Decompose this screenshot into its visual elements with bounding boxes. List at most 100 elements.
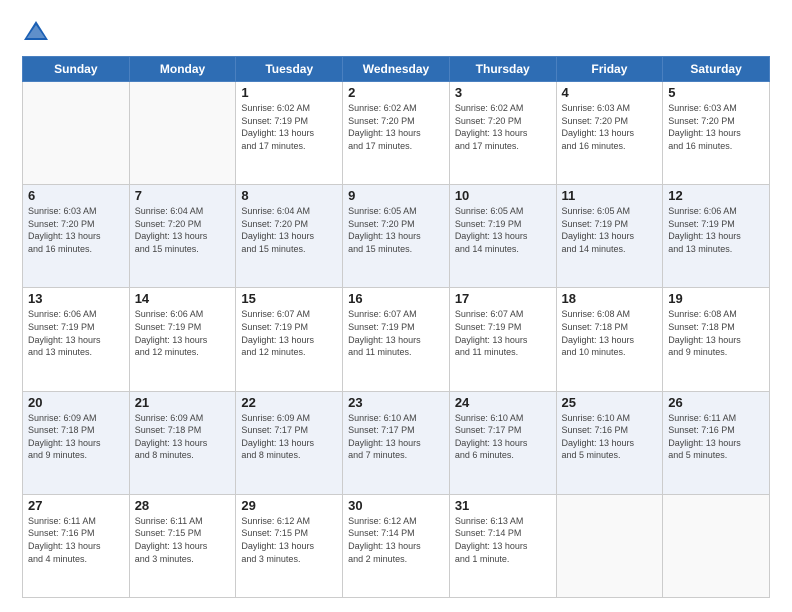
day-number: 13 bbox=[28, 291, 124, 306]
header bbox=[22, 18, 770, 46]
calendar-cell: 27 Sunrise: 6:11 AM Sunset: 7:16 PM Dayli… bbox=[23, 494, 130, 597]
calendar-cell: 9 Sunrise: 6:05 AM Sunset: 7:20 PM Daylig… bbox=[343, 185, 450, 288]
calendar-cell: 5 Sunrise: 6:03 AM Sunset: 7:20 PM Daylig… bbox=[663, 82, 770, 185]
day-info: Sunrise: 6:05 AM Sunset: 7:20 PM Dayligh… bbox=[348, 205, 444, 255]
calendar-cell: 28 Sunrise: 6:11 AM Sunset: 7:15 PM Dayli… bbox=[129, 494, 236, 597]
calendar-cell bbox=[129, 82, 236, 185]
calendar-cell: 13 Sunrise: 6:06 AM Sunset: 7:19 PM Dayli… bbox=[23, 288, 130, 391]
calendar-header-row: SundayMondayTuesdayWednesdayThursdayFrid… bbox=[23, 57, 770, 82]
day-number: 12 bbox=[668, 188, 764, 203]
day-info: Sunrise: 6:05 AM Sunset: 7:19 PM Dayligh… bbox=[562, 205, 658, 255]
day-info: Sunrise: 6:09 AM Sunset: 7:17 PM Dayligh… bbox=[241, 412, 337, 462]
calendar-cell: 24 Sunrise: 6:10 AM Sunset: 7:17 PM Dayli… bbox=[449, 391, 556, 494]
calendar-cell: 8Sunrise: 6:04 AM Sunset: 7:20 PM Daylig… bbox=[236, 185, 343, 288]
day-number: 6 bbox=[28, 188, 124, 203]
logo-icon bbox=[22, 18, 50, 46]
day-number: 29 bbox=[241, 498, 337, 513]
day-number: 31 bbox=[455, 498, 551, 513]
calendar-cell: 3 Sunrise: 6:02 AM Sunset: 7:20 PM Daylig… bbox=[449, 82, 556, 185]
calendar-cell: 18Sunrise: 6:08 AM Sunset: 7:18 PM Dayli… bbox=[556, 288, 663, 391]
calendar-cell: 2 Sunrise: 6:02 AM Sunset: 7:20 PM Daylig… bbox=[343, 82, 450, 185]
day-info: Sunrise: 6:05 AM Sunset: 7:19 PM Dayligh… bbox=[455, 205, 551, 255]
day-number: 15 bbox=[241, 291, 337, 306]
calendar-cell bbox=[23, 82, 130, 185]
day-number: 4 bbox=[562, 85, 658, 100]
day-info: Sunrise: 6:12 AM Sunset: 7:14 PM Dayligh… bbox=[348, 515, 444, 565]
day-header-monday: Monday bbox=[129, 57, 236, 82]
calendar-cell: 4Sunrise: 6:03 AM Sunset: 7:20 PM Daylig… bbox=[556, 82, 663, 185]
calendar-week-3: 13 Sunrise: 6:06 AM Sunset: 7:19 PM Dayli… bbox=[23, 288, 770, 391]
day-number: 17 bbox=[455, 291, 551, 306]
day-info: Sunrise: 6:02 AM Sunset: 7:20 PM Dayligh… bbox=[455, 102, 551, 152]
calendar-cell: 15 Sunrise: 6:07 AM Sunset: 7:19 PM Dayli… bbox=[236, 288, 343, 391]
day-number: 21 bbox=[135, 395, 231, 410]
day-info: Sunrise: 6:10 AM Sunset: 7:16 PM Dayligh… bbox=[562, 412, 658, 462]
day-number: 7 bbox=[135, 188, 231, 203]
day-info: Sunrise: 6:10 AM Sunset: 7:17 PM Dayligh… bbox=[348, 412, 444, 462]
calendar-cell: 7Sunrise: 6:04 AM Sunset: 7:20 PM Daylig… bbox=[129, 185, 236, 288]
calendar-week-1: 1Sunrise: 6:02 AM Sunset: 7:19 PM Daylig… bbox=[23, 82, 770, 185]
calendar-cell bbox=[556, 494, 663, 597]
calendar-cell: 20Sunrise: 6:09 AM Sunset: 7:18 PM Dayli… bbox=[23, 391, 130, 494]
calendar-cell: 29Sunrise: 6:12 AM Sunset: 7:15 PM Dayli… bbox=[236, 494, 343, 597]
day-number: 8 bbox=[241, 188, 337, 203]
day-header-sunday: Sunday bbox=[23, 57, 130, 82]
day-header-saturday: Saturday bbox=[663, 57, 770, 82]
calendar-cell: 11Sunrise: 6:05 AM Sunset: 7:19 PM Dayli… bbox=[556, 185, 663, 288]
day-number: 16 bbox=[348, 291, 444, 306]
calendar-week-5: 27 Sunrise: 6:11 AM Sunset: 7:16 PM Dayli… bbox=[23, 494, 770, 597]
day-header-tuesday: Tuesday bbox=[236, 57, 343, 82]
day-info: Sunrise: 6:03 AM Sunset: 7:20 PM Dayligh… bbox=[668, 102, 764, 152]
calendar-cell: 31 Sunrise: 6:13 AM Sunset: 7:14 PM Dayli… bbox=[449, 494, 556, 597]
day-info: Sunrise: 6:11 AM Sunset: 7:16 PM Dayligh… bbox=[28, 515, 124, 565]
day-number: 14 bbox=[135, 291, 231, 306]
day-info: Sunrise: 6:13 AM Sunset: 7:14 PM Dayligh… bbox=[455, 515, 551, 565]
day-info: Sunrise: 6:08 AM Sunset: 7:18 PM Dayligh… bbox=[668, 308, 764, 358]
calendar-cell: 17 Sunrise: 6:07 AM Sunset: 7:19 PM Dayli… bbox=[449, 288, 556, 391]
day-info: Sunrise: 6:07 AM Sunset: 7:19 PM Dayligh… bbox=[348, 308, 444, 358]
day-info: Sunrise: 6:08 AM Sunset: 7:18 PM Dayligh… bbox=[562, 308, 658, 358]
day-info: Sunrise: 6:06 AM Sunset: 7:19 PM Dayligh… bbox=[28, 308, 124, 358]
day-info: Sunrise: 6:03 AM Sunset: 7:20 PM Dayligh… bbox=[28, 205, 124, 255]
calendar-cell bbox=[663, 494, 770, 597]
calendar-week-4: 20 Sunrise: 6:09 AM Sunset: 7:18 PM Dayli… bbox=[23, 391, 770, 494]
day-number: 1 bbox=[241, 85, 337, 100]
calendar-cell: 21 Sunrise: 6:09 AM Sunset: 7:18 PM Dayli… bbox=[129, 391, 236, 494]
day-number: 27 bbox=[28, 498, 124, 513]
calendar-cell: 25Sunrise: 6:10 AM Sunset: 7:16 PM Dayli… bbox=[556, 391, 663, 494]
calendar-cell: 14 Sunrise: 6:06 AM Sunset: 7:19 PM Dayli… bbox=[129, 288, 236, 391]
logo bbox=[22, 18, 54, 46]
day-number: 5 bbox=[668, 85, 764, 100]
day-header-thursday: Thursday bbox=[449, 57, 556, 82]
day-number: 2 bbox=[348, 85, 444, 100]
day-info: Sunrise: 6:11 AM Sunset: 7:15 PM Dayligh… bbox=[135, 515, 231, 565]
day-info: Sunrise: 6:06 AM Sunset: 7:19 PM Dayligh… bbox=[135, 308, 231, 358]
day-number: 23 bbox=[348, 395, 444, 410]
day-number: 26 bbox=[668, 395, 764, 410]
calendar-cell: 6 Sunrise: 6:03 AM Sunset: 7:20 PM Daylig… bbox=[23, 185, 130, 288]
day-number: 19 bbox=[668, 291, 764, 306]
day-number: 20 bbox=[28, 395, 124, 410]
day-header-wednesday: Wednesday bbox=[343, 57, 450, 82]
day-info: Sunrise: 6:09 AM Sunset: 7:18 PM Dayligh… bbox=[135, 412, 231, 462]
calendar-cell: 23 Sunrise: 6:10 AM Sunset: 7:17 PM Dayli… bbox=[343, 391, 450, 494]
calendar-cell: 10 Sunrise: 6:05 AM Sunset: 7:19 PM Dayli… bbox=[449, 185, 556, 288]
day-number: 28 bbox=[135, 498, 231, 513]
day-info: Sunrise: 6:07 AM Sunset: 7:19 PM Dayligh… bbox=[455, 308, 551, 358]
calendar-cell: 30 Sunrise: 6:12 AM Sunset: 7:14 PM Dayli… bbox=[343, 494, 450, 597]
day-info: Sunrise: 6:11 AM Sunset: 7:16 PM Dayligh… bbox=[668, 412, 764, 462]
day-number: 10 bbox=[455, 188, 551, 203]
calendar-cell: 16 Sunrise: 6:07 AM Sunset: 7:19 PM Dayli… bbox=[343, 288, 450, 391]
day-header-friday: Friday bbox=[556, 57, 663, 82]
day-number: 22 bbox=[241, 395, 337, 410]
day-info: Sunrise: 6:02 AM Sunset: 7:20 PM Dayligh… bbox=[348, 102, 444, 152]
calendar-cell: 26 Sunrise: 6:11 AM Sunset: 7:16 PM Dayli… bbox=[663, 391, 770, 494]
day-number: 9 bbox=[348, 188, 444, 203]
day-number: 30 bbox=[348, 498, 444, 513]
day-info: Sunrise: 6:07 AM Sunset: 7:19 PM Dayligh… bbox=[241, 308, 337, 358]
calendar-cell: 22 Sunrise: 6:09 AM Sunset: 7:17 PM Dayli… bbox=[236, 391, 343, 494]
calendar-cell: 1Sunrise: 6:02 AM Sunset: 7:19 PM Daylig… bbox=[236, 82, 343, 185]
day-number: 24 bbox=[455, 395, 551, 410]
day-number: 3 bbox=[455, 85, 551, 100]
day-info: Sunrise: 6:10 AM Sunset: 7:17 PM Dayligh… bbox=[455, 412, 551, 462]
